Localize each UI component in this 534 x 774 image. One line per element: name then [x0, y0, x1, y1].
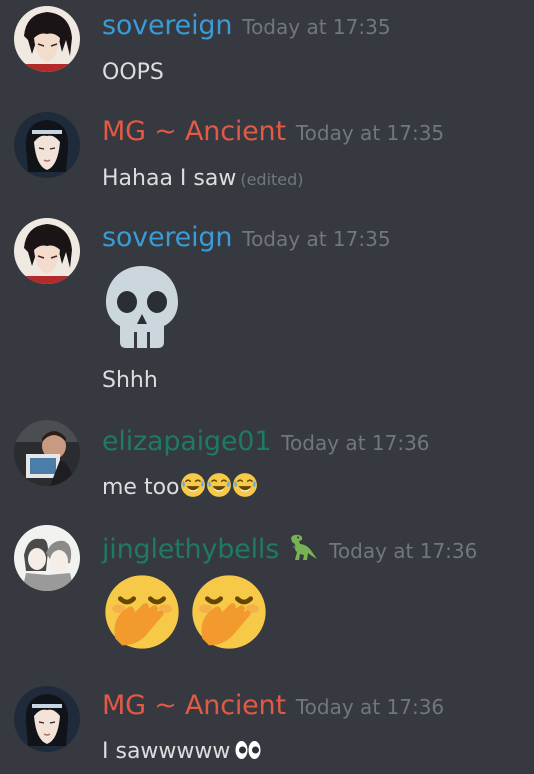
message-text: Shhh [102, 368, 158, 393]
user-avatar[interactable] [14, 525, 80, 591]
face-with-hand-over-mouth-icon [102, 572, 182, 652]
user-avatar[interactable] [14, 218, 80, 284]
timestamp: Today at 17:36 [295, 695, 445, 719]
message-text: I sawwwww [102, 739, 231, 764]
face-with-tears-of-joy-icon [231, 472, 258, 498]
username[interactable]: sovereign [102, 222, 232, 253]
user-avatar[interactable] [14, 6, 80, 72]
timestamp: Today at 17:36 [329, 539, 478, 563]
username[interactable]: MG ~ Ancient [102, 116, 286, 147]
edited-label: (edited) [240, 170, 304, 189]
username[interactable]: sovereign [102, 10, 232, 41]
user-avatar[interactable] [14, 112, 80, 178]
user-avatar[interactable] [14, 686, 80, 752]
emoji-row [102, 572, 269, 656]
timestamp: Today at 17:35 [242, 15, 391, 39]
timestamp: Today at 17:35 [242, 227, 391, 251]
timestamp: Today at 17:36 [281, 431, 430, 455]
timestamp: Today at 17:35 [295, 121, 445, 145]
user-avatar[interactable] [14, 420, 80, 486]
username[interactable]: MG ~ Ancient [102, 690, 286, 721]
skull-emoji [102, 262, 182, 354]
message-text: OOPS [102, 60, 164, 85]
message-text: me too [102, 475, 180, 500]
chat-message-list: sovereign Today at 17:35 OOPS MG ~ Ancien… [0, 0, 534, 774]
face-with-hand-over-mouth-icon [189, 572, 269, 652]
t-rex-icon [291, 534, 318, 560]
username[interactable]: elizapaige01 [102, 426, 271, 457]
face-with-tears-of-joy-icon [179, 472, 206, 498]
eyes-icon [235, 741, 261, 759]
face-with-tears-of-joy-icon [205, 472, 232, 498]
message-text: Hahaa I saw [102, 166, 237, 191]
username[interactable]: jinglethybells [102, 534, 279, 565]
